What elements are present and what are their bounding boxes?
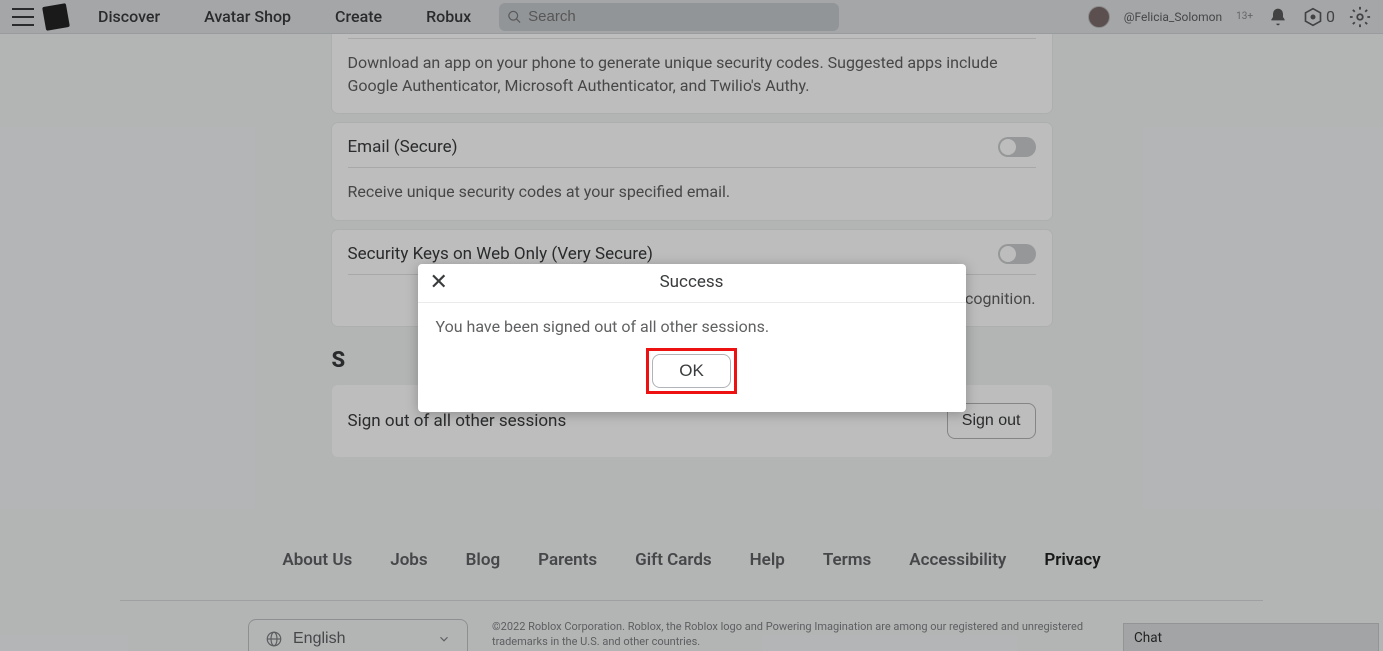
modal-message: You have been signed out of all other se… (436, 317, 948, 336)
ok-button[interactable]: OK (652, 354, 731, 388)
success-modal: ✕ Success You have been signed out of al… (418, 264, 966, 412)
close-icon[interactable]: ✕ (430, 270, 448, 295)
modal-title: Success (660, 272, 724, 292)
ok-highlight: OK (646, 348, 737, 394)
